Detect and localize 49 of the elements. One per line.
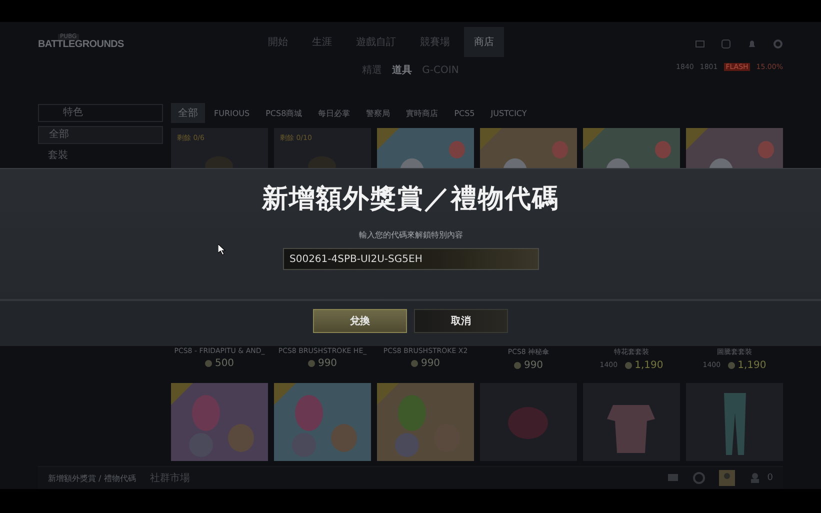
discount-ribbon-icon bbox=[686, 128, 708, 150]
coin-icon bbox=[728, 362, 735, 368]
item-price: 990 bbox=[420, 358, 440, 368]
coin-icon bbox=[308, 360, 315, 366]
item-price: 500 bbox=[214, 358, 234, 368]
category-tab[interactable]: 全部 bbox=[171, 103, 205, 123]
discount-ribbon-icon bbox=[377, 128, 399, 150]
coin-icon bbox=[204, 360, 212, 366]
discount-ribbon-icon bbox=[171, 383, 193, 405]
discount-ribbon-icon bbox=[377, 383, 399, 405]
category-item[interactable]: 全部 bbox=[38, 126, 163, 144]
redeem-link[interactable]: 新增額外獎賞 / 禮物代碼 bbox=[48, 472, 136, 484]
nav-tab[interactable]: 開始 bbox=[258, 27, 298, 57]
friends-icon[interactable] bbox=[749, 472, 762, 484]
discount-ribbon-icon bbox=[274, 383, 296, 405]
dialog-title: 新增額外獎賞／禮物代碼 bbox=[262, 183, 559, 216]
code-input-field[interactable]: S00261-4SPB-UI2U-SG5EH bbox=[282, 248, 538, 270]
category-tab[interactable]: PCS5 bbox=[447, 106, 482, 120]
item-price: 1,190 bbox=[634, 360, 664, 370]
friend-count: 0 bbox=[767, 473, 773, 483]
category-tab[interactable]: FURIOUS bbox=[207, 106, 257, 120]
category-tab[interactable]: PCS8商城 bbox=[258, 104, 310, 122]
mouse-cursor-icon bbox=[218, 244, 226, 255]
redeem-button[interactable]: 兌換 bbox=[313, 308, 407, 332]
bell-icon[interactable] bbox=[747, 39, 757, 49]
discount-ribbon-icon bbox=[480, 128, 502, 150]
item-price: 990 bbox=[524, 360, 544, 370]
avatar-icon[interactable] bbox=[719, 470, 736, 486]
dialog-subtitle: 輸入您的代碼來解鎖特別內容 bbox=[358, 230, 462, 241]
category-tab[interactable]: 警察局 bbox=[359, 104, 398, 122]
filter-dropdown[interactable]: 特色 bbox=[38, 104, 163, 122]
item-price: 1,190 bbox=[738, 360, 766, 370]
item-price: 990 bbox=[318, 358, 338, 368]
nav-tab[interactable]: 競賽場 bbox=[410, 27, 460, 57]
coin-icon bbox=[514, 362, 521, 368]
category-tab[interactable]: 實時商店 bbox=[399, 104, 446, 122]
coin-icon bbox=[624, 362, 632, 368]
category-tab[interactable]: JUSTCICY bbox=[484, 106, 534, 120]
logo-text: BATTLEGROUNDS bbox=[38, 40, 125, 50]
discount-ribbon-icon bbox=[583, 128, 605, 150]
sub-tab[interactable]: 道具 bbox=[392, 63, 412, 77]
category-tab[interactable]: 每日必掌 bbox=[311, 104, 358, 122]
category-item[interactable]: 套裝 bbox=[38, 148, 163, 164]
coin-icon bbox=[410, 360, 418, 366]
nav-tab[interactable]: 生涯 bbox=[302, 27, 342, 57]
cancel-button[interactable]: 取消 bbox=[414, 308, 508, 332]
market-link[interactable]: 社群市場 bbox=[150, 471, 190, 485]
nav-tab[interactable]: 遊戲自訂 bbox=[346, 27, 406, 57]
nav-tab[interactable]: 商店 bbox=[464, 27, 504, 57]
